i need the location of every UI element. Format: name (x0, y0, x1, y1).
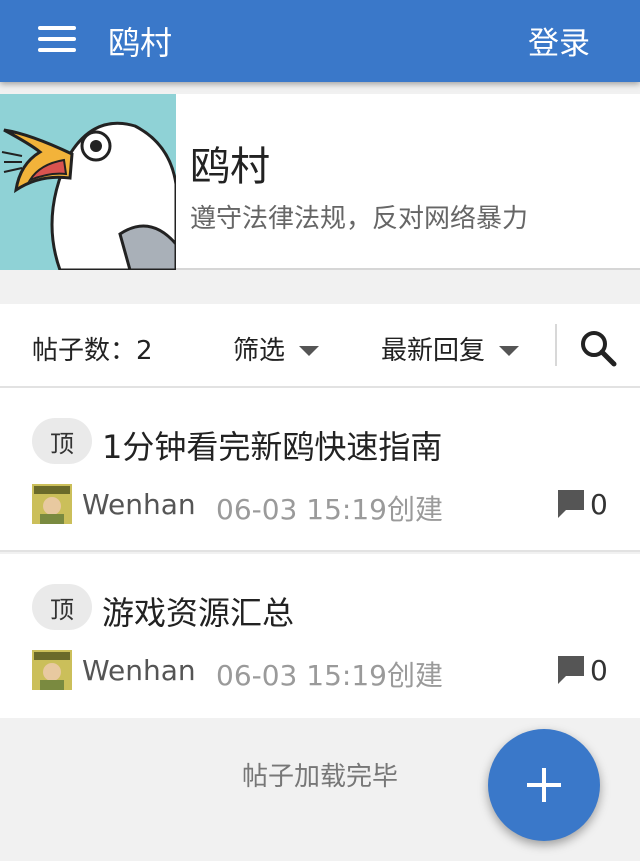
post-toolbar: 帖子数：2 筛选 最新回复 (0, 304, 640, 388)
board-cover-image (0, 94, 176, 270)
comment-count: 0 (590, 488, 608, 521)
post-time: 06-03 15:19创建 (216, 493, 443, 526)
filter-dropdown[interactable]: 筛选 (233, 330, 320, 367)
board-header: 鸥村 遵守法律法规，反对网络暴力 (0, 94, 640, 270)
sort-dropdown[interactable]: 最新回复 (381, 330, 520, 367)
toolbar-divider (555, 324, 557, 366)
sort-label: 最新回复 (381, 336, 486, 366)
comment-icon (556, 654, 586, 684)
avatar (32, 650, 72, 690)
comment-icon (556, 488, 586, 518)
filter-label: 筛选 (233, 336, 286, 366)
post-item[interactable]: 顶 游戏资源汇总 Wenhan 06-03 15:19创建 0 (0, 554, 640, 718)
pinned-badge: 顶 (32, 418, 92, 464)
avatar (32, 484, 72, 524)
new-post-button[interactable] (488, 729, 600, 841)
board-title: 鸥村 (190, 144, 270, 190)
plus-icon (527, 768, 561, 802)
search-icon[interactable] (578, 328, 618, 368)
post-count: 帖子数：2 (32, 336, 153, 366)
post-author[interactable]: Wenhan (82, 488, 196, 521)
app-title: 鸥村 (108, 24, 173, 62)
comment-count: 0 (590, 654, 608, 687)
post-title: 1分钟看完新鸥快速指南 (102, 428, 443, 466)
caret-down-icon (499, 345, 520, 356)
post-time: 06-03 15:19创建 (216, 659, 443, 692)
post-author[interactable]: Wenhan (82, 654, 196, 687)
app-bar: 鸥村 登录 (0, 0, 640, 82)
login-button[interactable]: 登录 (528, 18, 590, 63)
menu-icon[interactable] (38, 26, 78, 52)
board-description: 遵守法律法规，反对网络暴力 (190, 204, 529, 234)
caret-down-icon (299, 345, 320, 356)
pinned-badge: 顶 (32, 584, 92, 630)
post-item[interactable]: 顶 1分钟看完新鸥快速指南 Wenhan 06-03 15:19创建 0 (0, 388, 640, 552)
post-title: 游戏资源汇总 (102, 594, 295, 632)
